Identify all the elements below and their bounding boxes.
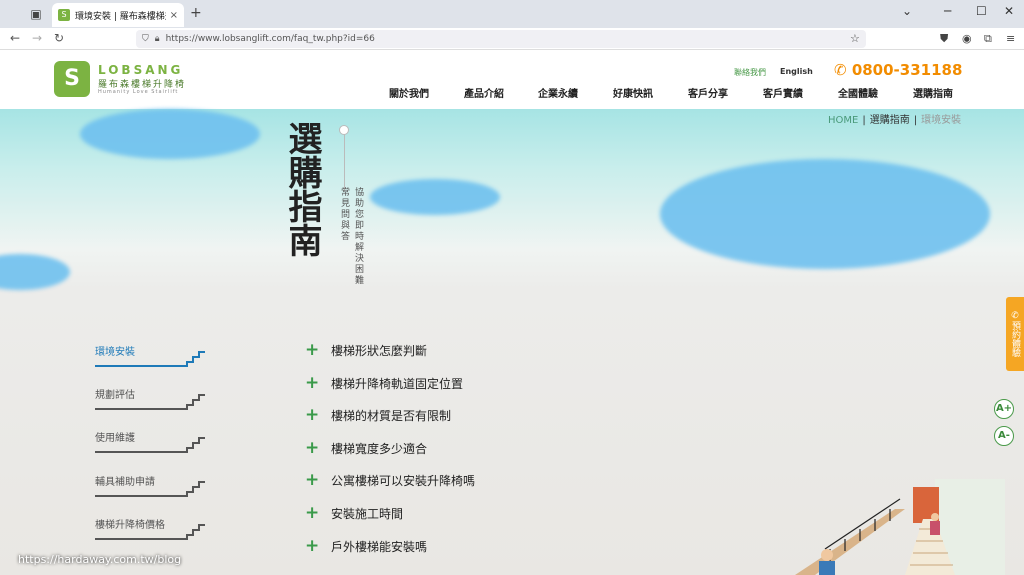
browser-tab-active[interactable]: S 環境安裝 | 羅布森樓梯升降椅 × — [52, 3, 184, 27]
plus-icon[interactable]: + — [305, 470, 331, 490]
faq-item[interactable]: + 公寓樓梯可以安裝升降椅嗎 — [305, 469, 475, 491]
maximize-icon[interactable]: ☐ — [976, 4, 987, 18]
new-tab-button[interactable]: + — [190, 5, 202, 21]
menu-icon[interactable]: ≡ — [1006, 32, 1015, 45]
stair-underline-icon — [95, 394, 205, 410]
stairlift-illustration — [795, 479, 1005, 575]
logo-tagline: Humanity Love Stairlift — [98, 89, 179, 95]
shield-icon[interactable]: ⛉ — [142, 34, 149, 44]
breadcrumb-current: 環境安裝 — [921, 115, 962, 126]
tab-overflow-chevron-icon[interactable]: ⌄ — [902, 4, 912, 18]
extensions-icon[interactable]: ⧉ — [984, 32, 992, 46]
faq-item[interactable]: + 樓梯的材質是否有限制 — [305, 404, 451, 426]
phone-icon: ✆ — [1010, 311, 1020, 321]
phone-number[interactable]: ✆ 0800-331188 — [834, 61, 962, 79]
title-divider — [344, 131, 345, 191]
menu-buying-guide[interactable]: 選購指南 — [913, 85, 953, 100]
plus-icon[interactable]: + — [305, 438, 331, 458]
faq-item[interactable]: + 樓梯升降椅軌道固定位置 — [305, 372, 463, 394]
pocket-icon[interactable]: ⛊ — [940, 32, 948, 46]
font-increase-button[interactable]: A+ — [994, 399, 1014, 419]
bookmark-star-icon[interactable]: ☆ — [850, 32, 860, 45]
menu-sustainability[interactable]: 企業永續 — [538, 85, 578, 100]
plus-icon[interactable]: + — [305, 373, 331, 393]
logo-icon[interactable]: S — [54, 61, 90, 97]
cloud-shape — [80, 109, 260, 159]
tab-title: 環境安裝 | 羅布森樓梯升降椅 — [75, 11, 166, 22]
stair-underline-icon — [95, 351, 205, 367]
menu-news[interactable]: 好康快訊 — [613, 85, 653, 100]
faq-item[interactable]: + 安裝施工時間 — [305, 502, 403, 524]
browser-nav-bar: ← → ↻ ⛉ 🔒︎ https://www.lobsanglift.com/f… — [0, 28, 1024, 50]
sidebar-item-planning[interactable]: 規劃評估 — [95, 382, 205, 410]
faq-item[interactable]: + 樓梯寬度多少適合 — [305, 437, 427, 459]
menu-products[interactable]: 產品介紹 — [464, 85, 504, 100]
hero-area: HOME | 選購指南 | 環境安裝 選購指南 協助您即時解決困難 常見問與答 環境安裝… — [0, 109, 1024, 575]
english-link[interactable]: English — [780, 67, 813, 76]
tab-close-icon[interactable]: × — [170, 10, 178, 21]
font-decrease-button[interactable]: A- — [994, 426, 1014, 446]
site-header: S LOBSANG 羅布森樓梯升降椅 Humanity Love Stairli… — [0, 51, 1024, 109]
forward-arrow-icon[interactable]: → — [32, 31, 42, 45]
minimize-icon[interactable]: ─ — [944, 4, 951, 18]
menu-customer-share[interactable]: 客戶分享 — [688, 85, 728, 100]
logo-english[interactable]: LOBSANG — [98, 63, 183, 77]
faq-item[interactable]: + 戶外樓梯能安裝嗎 — [305, 535, 427, 557]
stair-underline-icon — [95, 524, 205, 540]
page-title: 選購指南 — [282, 121, 322, 257]
menu-about[interactable]: 關於我們 — [389, 85, 429, 100]
sidebar-item-price[interactable]: 樓梯升降椅價格 — [95, 512, 205, 540]
title-dot-icon — [339, 125, 349, 135]
cloud-shape — [370, 179, 500, 215]
page-subtitle-1: 常見問與答 — [339, 187, 349, 242]
url-text: https://www.lobsanglift.com/faq_tw.php?i… — [165, 34, 375, 44]
plus-icon[interactable]: + — [305, 405, 331, 425]
breadcrumb-parent[interactable]: 選購指南 — [870, 115, 910, 126]
cloud-shape — [660, 159, 990, 269]
reserve-experience-button[interactable]: ✆預約體驗 — [1006, 297, 1024, 371]
breadcrumb-home[interactable]: HOME — [828, 115, 858, 126]
main-menu: 關於我們 產品介紹 企業永續 好康快訊 客戶分享 客戶實績 全國體驗 選購指南 — [380, 85, 960, 101]
watermark-text: https://hardaway.com.tw/blog — [18, 553, 182, 566]
page-subtitle-2: 協助您即時解決困難 — [353, 187, 363, 286]
address-bar[interactable]: ⛉ 🔒︎ https://www.lobsanglift.com/faq_tw.… — [136, 30, 866, 48]
menu-experience[interactable]: 全國體驗 — [838, 85, 878, 100]
phone-icon: ✆ — [834, 61, 847, 79]
reload-icon[interactable]: ↻ — [54, 31, 64, 45]
browser-tab-bar: ▣ S 環境安裝 | 羅布森樓梯升降椅 × + ⌄ ─ ☐ ✕ — [0, 0, 1024, 28]
back-arrow-icon[interactable]: ← — [10, 31, 20, 45]
lock-icon[interactable]: 🔒︎ — [155, 34, 160, 44]
breadcrumb: HOME | 選購指南 | 環境安裝 — [828, 115, 962, 126]
stair-underline-icon — [95, 481, 205, 497]
site-favicon-icon: S — [58, 9, 70, 21]
cloud-shape — [0, 254, 70, 290]
tab-list-icon[interactable]: ▣ — [28, 6, 44, 22]
menu-customer-cases[interactable]: 客戶實績 — [763, 85, 803, 100]
account-icon[interactable]: ◉ — [962, 32, 972, 45]
website-viewport: S LOBSANG 羅布森樓梯升降椅 Humanity Love Stairli… — [0, 51, 1024, 575]
sidebar-item-maintenance[interactable]: 使用維護 — [95, 425, 205, 453]
sidebar-item-subsidy[interactable]: 輔具補助申請 — [95, 469, 205, 497]
faq-item[interactable]: + 樓梯形狀怎麼判斷 — [305, 339, 427, 361]
plus-icon[interactable]: + — [305, 503, 331, 523]
close-window-icon[interactable]: ✕ — [1004, 4, 1014, 18]
stair-underline-icon — [95, 437, 205, 453]
plus-icon[interactable]: + — [305, 536, 331, 556]
plus-icon[interactable]: + — [305, 340, 331, 360]
contact-link[interactable]: 聯絡我們 — [734, 67, 766, 78]
sidebar-item-installation[interactable]: 環境安裝 — [95, 339, 205, 367]
